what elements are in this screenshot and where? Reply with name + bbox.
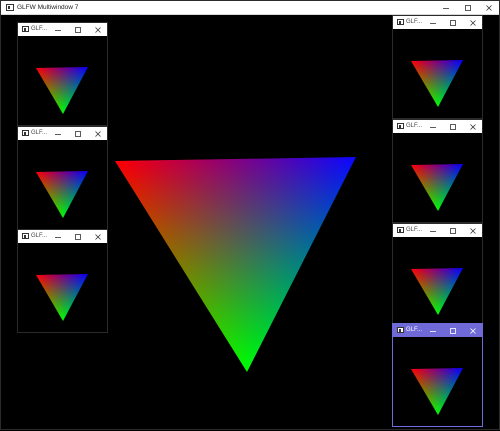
minimize-button[interactable] — [435, 1, 457, 15]
close-button[interactable] — [463, 324, 483, 337]
minimize-button[interactable] — [423, 224, 443, 237]
close-button[interactable] — [88, 230, 108, 243]
close-icon — [470, 227, 476, 234]
close-icon — [470, 123, 476, 130]
minimize-icon — [55, 29, 61, 31]
minimize-button[interactable] — [48, 23, 68, 36]
minimize-icon — [55, 133, 61, 135]
close-icon — [470, 327, 476, 334]
minimize-icon — [430, 330, 436, 332]
child-titlebar[interactable]: GLF... — [393, 324, 482, 337]
maximize-button[interactable] — [443, 120, 463, 133]
child-window-title: GLF... — [406, 19, 423, 25]
window-app-icon — [22, 233, 29, 239]
minimize-icon — [430, 230, 436, 232]
minimize-icon — [430, 22, 436, 24]
close-icon — [95, 130, 101, 137]
maximize-icon — [450, 123, 456, 130]
close-icon — [95, 233, 101, 240]
close-button[interactable] — [478, 1, 500, 15]
maximize-icon — [450, 19, 456, 26]
maximize-icon — [450, 227, 456, 234]
maximize-button[interactable] — [68, 230, 88, 243]
close-button[interactable] — [463, 224, 483, 237]
close-button[interactable] — [88, 127, 108, 140]
main-window: GLFW Multiwindow 7 GLF... GLF... GLF... … — [0, 0, 500, 430]
minimize-icon — [430, 126, 436, 128]
child-window[interactable]: GLF... — [17, 22, 108, 126]
window-app-icon — [397, 123, 404, 129]
maximize-button[interactable] — [443, 324, 463, 337]
minimize-button[interactable] — [48, 230, 68, 243]
window-app-icon — [6, 4, 14, 11]
close-icon — [470, 19, 476, 26]
child-titlebar[interactable]: GLF... — [18, 127, 107, 140]
child-window-title: GLF... — [31, 233, 48, 239]
child-window-title: GLF... — [406, 227, 423, 233]
child-window[interactable]: GLF... — [392, 323, 483, 427]
maximize-icon — [450, 327, 456, 334]
maximize-button[interactable] — [68, 127, 88, 140]
child-triangle — [411, 368, 463, 415]
child-titlebar[interactable]: GLF... — [393, 224, 482, 237]
main-titlebar[interactable]: GLFW Multiwindow 7 — [1, 1, 499, 15]
child-triangle — [36, 67, 88, 114]
child-window[interactable]: GLF... — [392, 223, 483, 327]
window-app-icon — [22, 130, 29, 136]
minimize-icon — [443, 8, 449, 9]
child-titlebar[interactable]: GLF... — [18, 230, 107, 243]
child-window-title: GLF... — [406, 123, 423, 129]
child-window[interactable]: GLF... — [392, 119, 483, 223]
child-triangle — [411, 164, 463, 211]
maximize-button[interactable] — [443, 224, 463, 237]
close-button[interactable] — [88, 23, 108, 36]
child-window[interactable]: GLF... — [17, 229, 108, 333]
child-window[interactable]: GLF... — [392, 15, 483, 119]
maximize-icon — [465, 5, 471, 11]
minimize-button[interactable] — [48, 127, 68, 140]
close-icon — [95, 26, 101, 33]
main-window-title: GLFW Multiwindow 7 — [17, 4, 79, 11]
maximize-button[interactable] — [443, 16, 463, 29]
maximize-icon — [75, 26, 81, 33]
child-triangle — [36, 274, 88, 321]
minimize-button[interactable] — [423, 324, 443, 337]
child-window-title: GLF... — [31, 130, 48, 136]
minimize-button[interactable] — [423, 120, 443, 133]
child-triangle — [411, 268, 463, 315]
maximize-button[interactable] — [68, 23, 88, 36]
minimize-icon — [55, 236, 61, 238]
child-titlebar[interactable]: GLF... — [393, 120, 482, 133]
maximize-button[interactable] — [457, 1, 479, 15]
child-window[interactable]: GLF... — [17, 126, 108, 230]
window-app-icon — [397, 19, 404, 25]
child-titlebar[interactable]: GLF... — [393, 16, 482, 29]
window-app-icon — [22, 26, 29, 32]
child-triangle — [411, 60, 463, 107]
child-window-title: GLF... — [31, 26, 48, 32]
window-app-icon — [397, 227, 404, 233]
maximize-icon — [75, 130, 81, 137]
minimize-button[interactable] — [423, 16, 443, 29]
child-window-title: GLF... — [406, 327, 423, 333]
window-app-icon — [397, 327, 404, 333]
maximize-icon — [75, 233, 81, 240]
close-icon — [486, 5, 492, 11]
close-button[interactable] — [463, 120, 483, 133]
child-titlebar[interactable]: GLF... — [18, 23, 107, 36]
close-button[interactable] — [463, 16, 483, 29]
child-triangle — [36, 171, 88, 218]
